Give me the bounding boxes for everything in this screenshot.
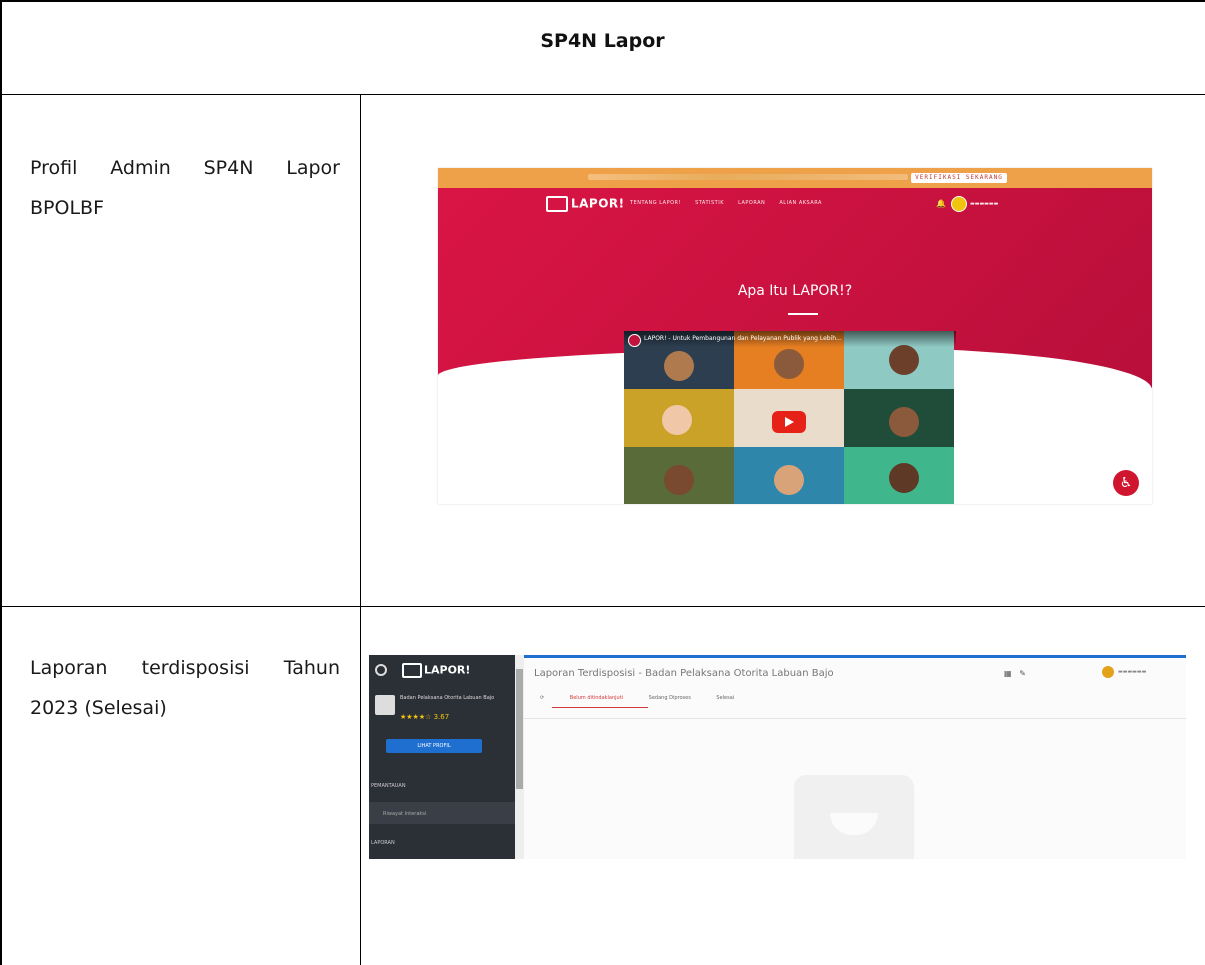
character-face [889,345,919,375]
user-name-placeholder[interactable]: ▬▬▬▬▬▬ [970,201,998,207]
org-avatar [375,695,395,715]
main-content: Laporan Terdisposisi - Badan Pelaksana O… [524,655,1186,859]
rating-stars: ★★★★☆ 3.67 [400,713,450,721]
sidebar-section-reports[interactable]: LAPORAN [371,840,515,846]
status-tabs: ⟳ Belum ditindaklanjuti Sedang Diproses … [540,695,758,701]
character-face [889,407,919,437]
nav-item-other[interactable]: ALIAN AKSARA [779,200,822,206]
lapor-logo[interactable]: LAPOR! [402,663,470,678]
sidebar: LAPOR! Badan Pelaksana Otorita Labuan Ba… [369,655,515,859]
character-face [774,465,804,495]
lapor-homepage-screenshot: VERIFIKASI SEKARANG LAPOR! TENTANG LAPOR… [438,168,1152,504]
video-player[interactable]: LAPOR! - Untuk Pembangunan dan Pelayanan… [624,331,956,504]
character-face [664,351,694,381]
settings-icon[interactable]: ✎ [1019,669,1026,678]
character-face [662,405,692,435]
tab-in-progress[interactable]: Sedang Diproses [649,695,691,701]
empty-state-illustration [794,775,914,859]
row2-label: Laporan terdisposisi Tahun 2023 (Selesai… [30,648,340,728]
row1-label: Profil Admin SP4N Lapor BPOLBF [30,148,340,228]
bell-icon[interactable]: 🔔 [936,199,946,208]
notification-bar: VERIFIKASI SEKARANG [438,168,1152,188]
verify-button[interactable]: VERIFIKASI SEKARANG [911,173,1007,183]
video-title-bar: LAPOR! - Untuk Pembangunan dan Pelayanan… [624,331,956,347]
sidebar-scrollbar[interactable] [515,655,524,859]
hero-title: Apa Itu LAPOR!? [737,283,853,299]
play-icon[interactable] [772,411,806,433]
table-divider-row [0,606,1205,607]
lapor-logo[interactable]: LAPOR! [546,196,625,212]
character-face [774,349,804,379]
scrollbar-thumb[interactable] [516,669,523,789]
avatar[interactable] [1102,666,1114,678]
row1-label-line1: Profil Admin SP4N Lapor [30,157,340,179]
page-title: Laporan Terdisposisi - Badan Pelaksana O… [534,668,834,679]
laporan-terdisposisi-screenshot: LAPOR! Badan Pelaksana Otorita Labuan Ba… [369,655,1186,859]
accessibility-icon[interactable]: ♿ [1113,470,1139,496]
logo-icon [402,663,422,678]
org-name: Badan Pelaksana Otorita Labuan Bajo [400,695,495,701]
gear-icon[interactable] [375,664,387,676]
table-border-top [0,0,1205,2]
sidebar-section-monitoring[interactable]: PEMANTAUAN [371,783,515,789]
row2-label-line2: 2023 (Selesai) [30,697,167,719]
avatar[interactable] [951,196,967,212]
table-divider-header [0,94,1205,95]
sidebar-item-history[interactable]: Riwayat Interaksi [369,802,515,824]
video-title[interactable]: LAPOR! - Untuk Pembangunan dan Pelayanan… [644,335,842,342]
table-border-left [0,0,2,965]
row2-label-line1: Laporan terdisposisi Tahun [30,657,340,679]
content-divider [524,718,1186,719]
nav-item-statistics[interactable]: STATISTIK [695,200,724,206]
notification-text [588,174,908,180]
tab-pending[interactable]: Belum ditindaklanjuti [570,695,623,701]
refresh-icon[interactable]: ⟳ [540,695,544,701]
view-profile-button[interactable]: LIHAT PROFIL [386,739,482,753]
logo-icon [546,196,568,212]
character-face [664,465,694,495]
row1-label-line2: BPOLBF [30,197,104,219]
header-icons: ▦ ✎ [1004,669,1026,678]
table-divider-column [360,94,361,965]
tab-completed[interactable]: Selesai [716,695,734,701]
sidebar-item-history-label: Riwayat Interaksi [383,811,427,817]
logo-text: LAPOR! [571,196,625,211]
active-tab-indicator [552,707,648,708]
channel-icon [628,334,641,347]
top-accent-line [524,655,1186,658]
grid-icon[interactable]: ▦ [1004,669,1012,678]
character-face [889,463,919,493]
hero-divider [788,313,818,315]
nav-item-about[interactable]: TENTANG LAPOR! [630,200,681,206]
table-header-title: SP4N Lapor [540,30,665,52]
user-name-placeholder[interactable]: ▬▬▬▬▬▬ [1118,669,1146,675]
logo-text: LAPOR! [424,663,471,677]
nav-item-reports[interactable]: LAPORAN [738,200,765,206]
document-table: SP4N Lapor Profil Admin SP4N Lapor BPOLB… [0,0,1205,965]
main-nav: TENTANG LAPOR! STATISTIK LAPORAN ALIAN A… [630,200,834,206]
